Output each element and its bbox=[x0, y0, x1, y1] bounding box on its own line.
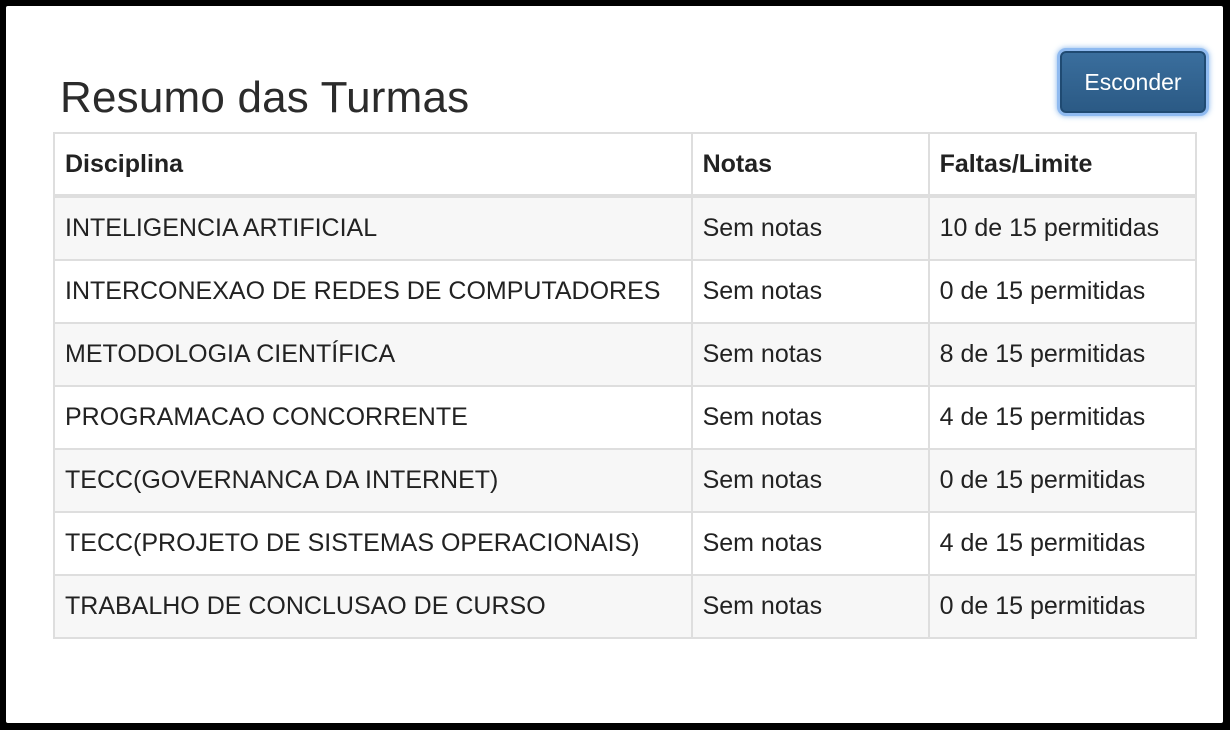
table-row: PROGRAMACAO CONCORRENTE Sem notas 4 de 1… bbox=[53, 385, 1198, 450]
cell-notas: Sem notas bbox=[690, 195, 930, 261]
cell-notas: Sem notas bbox=[690, 511, 930, 576]
cell-notas: Sem notas bbox=[690, 259, 930, 324]
column-header-notas: Notas bbox=[690, 132, 930, 198]
table-row: TECC(GOVERNANCA DA INTERNET) Sem notas 0… bbox=[53, 448, 1198, 513]
cell-faltas: 0 de 15 permitidas bbox=[927, 259, 1198, 324]
hide-button[interactable]: Esconder bbox=[1060, 51, 1206, 113]
cell-disciplina: TECC(GOVERNANCA DA INTERNET) bbox=[53, 448, 693, 513]
cell-notas: Sem notas bbox=[690, 574, 930, 639]
column-header-disciplina: Disciplina bbox=[53, 132, 693, 198]
cell-notas: Sem notas bbox=[690, 385, 930, 450]
cell-faltas: 8 de 15 permitidas bbox=[927, 322, 1198, 387]
classes-summary-table: Disciplina Notas Faltas/Limite INTELIGEN… bbox=[53, 132, 1198, 639]
cell-disciplina: METODOLOGIA CIENTÍFICA bbox=[53, 322, 693, 387]
table-row: INTERCONEXAO DE REDES DE COMPUTADORES Se… bbox=[53, 259, 1198, 324]
table-header-row: Disciplina Notas Faltas/Limite bbox=[53, 132, 1198, 198]
cell-faltas: 0 de 15 permitidas bbox=[927, 448, 1198, 513]
cell-disciplina: TECC(PROJETO DE SISTEMAS OPERACIONAIS) bbox=[53, 511, 693, 576]
cell-faltas: 4 de 15 permitidas bbox=[927, 385, 1198, 450]
cell-disciplina: PROGRAMACAO CONCORRENTE bbox=[53, 385, 693, 450]
table-row: TECC(PROJETO DE SISTEMAS OPERACIONAIS) S… bbox=[53, 511, 1198, 576]
cell-notas: Sem notas bbox=[690, 448, 930, 513]
table-row: METODOLOGIA CIENTÍFICA Sem notas 8 de 15… bbox=[53, 322, 1198, 387]
cell-disciplina: INTERCONEXAO DE REDES DE COMPUTADORES bbox=[53, 259, 693, 324]
table-row: INTELIGENCIA ARTIFICIAL Sem notas 10 de … bbox=[53, 195, 1198, 261]
cell-faltas: 10 de 15 permitidas bbox=[927, 195, 1198, 261]
cell-faltas: 4 de 15 permitidas bbox=[927, 511, 1198, 576]
table-row: TRABALHO DE CONCLUSAO DE CURSO Sem notas… bbox=[53, 574, 1198, 639]
cell-disciplina: INTELIGENCIA ARTIFICIAL bbox=[53, 195, 693, 261]
column-header-faltas: Faltas/Limite bbox=[927, 132, 1198, 198]
cell-notas: Sem notas bbox=[690, 322, 930, 387]
cell-faltas: 0 de 15 permitidas bbox=[927, 574, 1198, 639]
cell-disciplina: TRABALHO DE CONCLUSAO DE CURSO bbox=[53, 574, 693, 639]
page-title: Resumo das Turmas bbox=[60, 73, 470, 122]
